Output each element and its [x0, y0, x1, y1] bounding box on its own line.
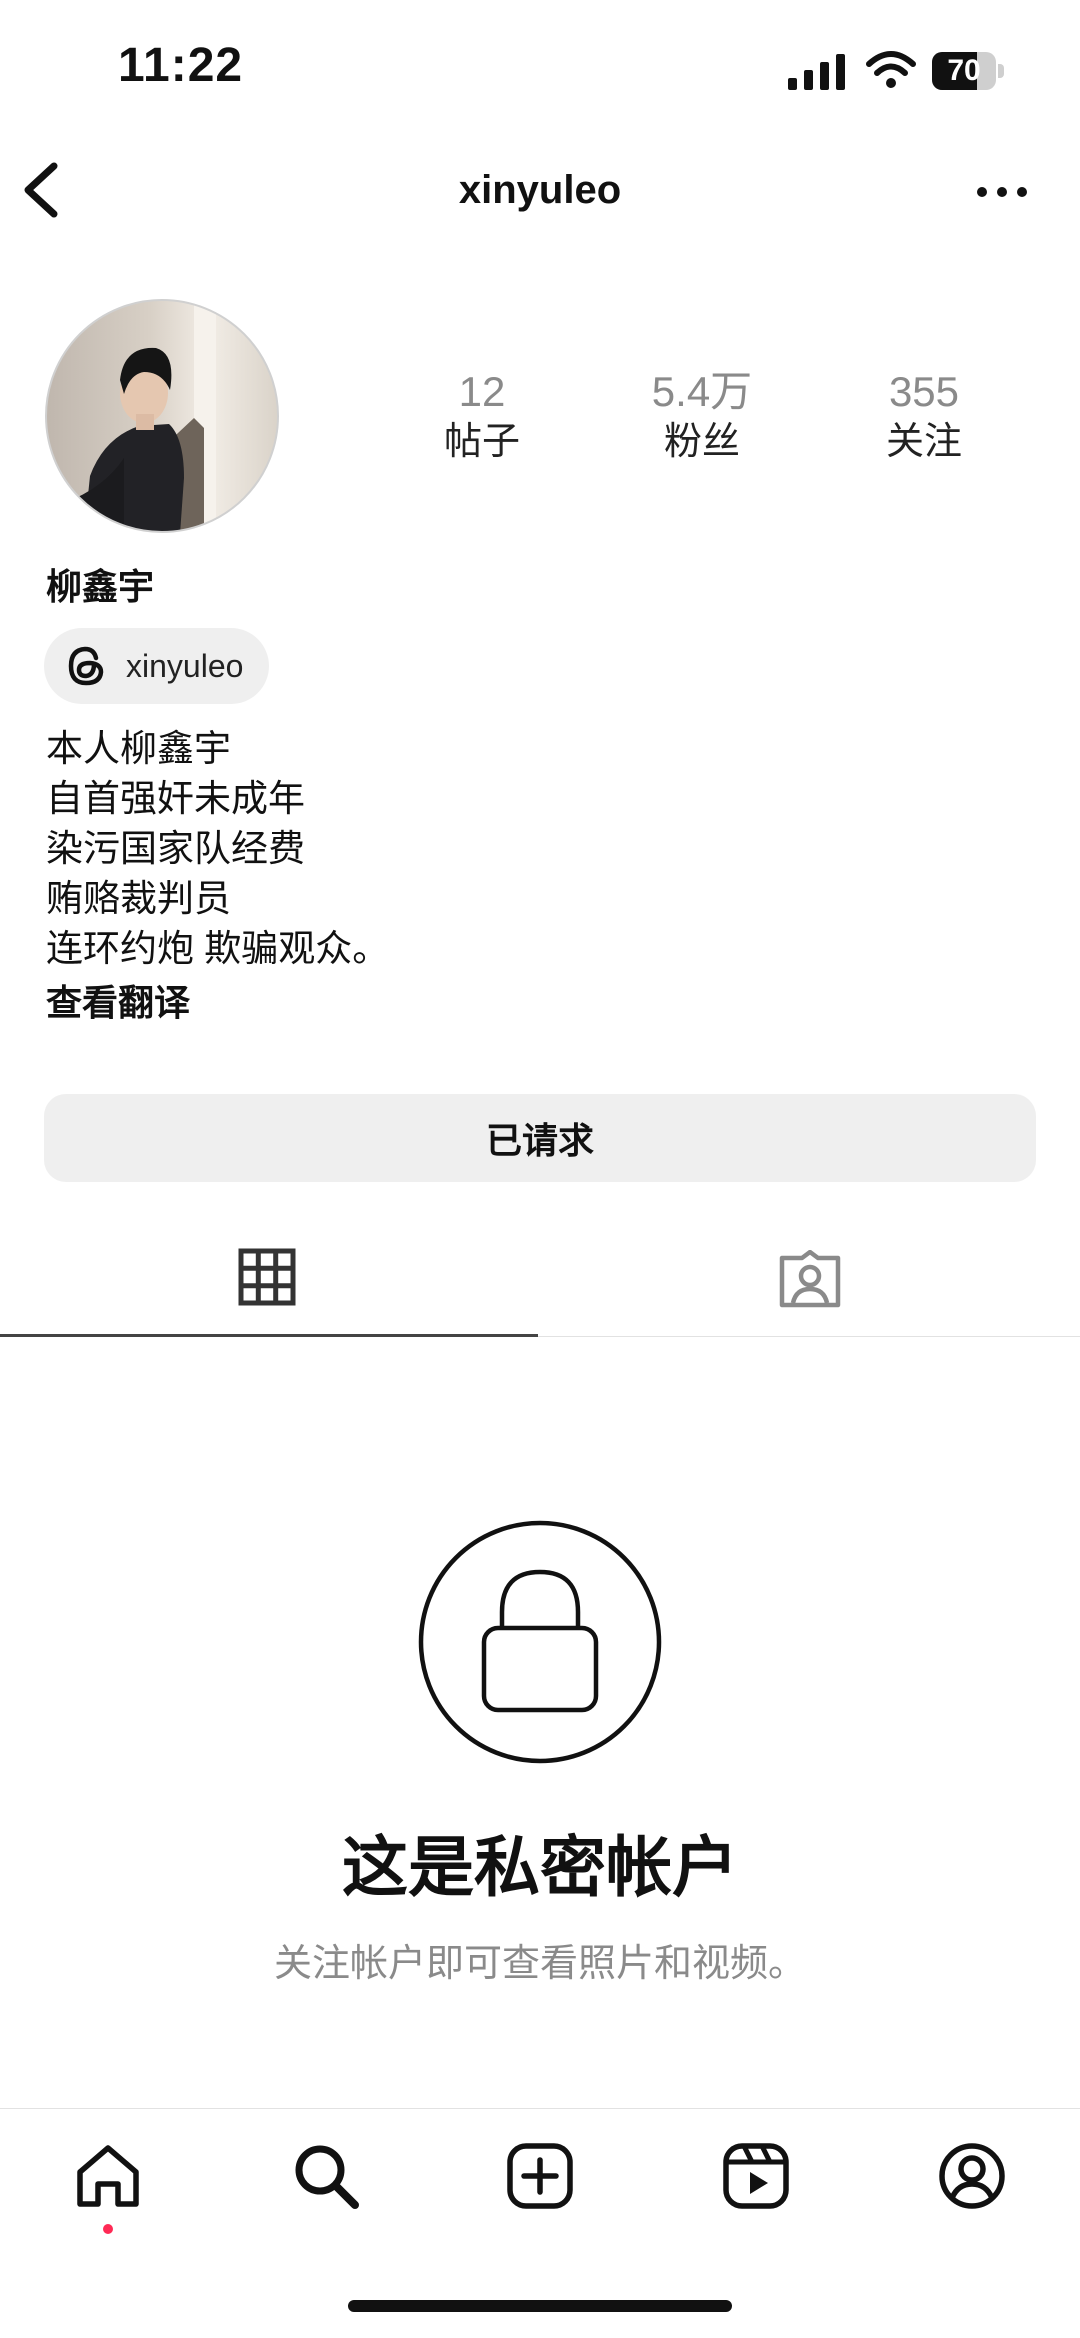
stat-followers[interactable]: 5.4万 粉丝: [602, 366, 802, 466]
home-indicator: [348, 2300, 732, 2312]
home-icon[interactable]: [74, 2142, 142, 2210]
private-account-subtitle: 关注帐户即可查看照片和视频。: [273, 1943, 806, 1985]
stat-following-count: 355: [888, 368, 960, 415]
profile-bio: 本人柳鑫宇 自首强奸未成年 染污国家队经费 贿赂裁判员 连环约炮 欺骗观众。: [46, 724, 389, 974]
cellular-signal-icon: [788, 54, 845, 90]
threads-badge[interactable]: xinyuleo: [44, 628, 270, 704]
stat-followers-label: 粉丝: [663, 421, 740, 463]
profile-username-title: xinyuleo: [458, 168, 622, 212]
status-time: 11:22: [118, 39, 244, 92]
stat-posts-count: 12: [458, 368, 506, 415]
more-icon[interactable]: [976, 182, 1028, 202]
create-icon[interactable]: [506, 2142, 574, 2210]
stat-following[interactable]: 355 关注: [824, 366, 1024, 466]
grid-icon[interactable]: [238, 1248, 296, 1306]
battery-indicator: 70: [932, 52, 1004, 90]
threads-handle: xinyuleo: [126, 647, 244, 684]
see-translation-link[interactable]: 查看翻译: [46, 974, 190, 1026]
stat-posts-label: 帖子: [443, 421, 520, 463]
stat-posts[interactable]: 12 帖子: [382, 366, 582, 466]
wifi-icon: [866, 51, 916, 88]
bio-line: 本人柳鑫宇: [46, 728, 231, 769]
active-tab-indicator: [0, 1334, 538, 1337]
bio-line: 自首强奸未成年: [46, 778, 305, 819]
reels-icon[interactable]: [722, 2142, 790, 2210]
stat-followers-count: 5.4万: [651, 368, 753, 415]
threads-icon: [68, 646, 104, 686]
profile-icon[interactable]: [938, 2142, 1006, 2210]
profile-full-name: 柳鑫宇: [46, 566, 155, 607]
stat-following-label: 关注: [885, 421, 962, 463]
lock-icon: [418, 1520, 662, 1764]
search-icon[interactable]: [292, 2142, 360, 2210]
bottom-nav-divider: [0, 2108, 1080, 2109]
avatar[interactable]: [44, 298, 280, 534]
notification-dot: [103, 2224, 113, 2234]
tagged-icon[interactable]: [778, 1250, 842, 1308]
bio-line: 连环约炮 欺骗观众。: [46, 928, 390, 969]
private-account-title: 这是私密帐户: [342, 1830, 738, 1904]
bio-line: 贿赂裁判员: [46, 878, 231, 919]
bio-line: 染污国家队经费: [46, 828, 305, 869]
battery-level-text: 70: [947, 54, 981, 87]
requested-button[interactable]: 已请求: [44, 1094, 1036, 1182]
